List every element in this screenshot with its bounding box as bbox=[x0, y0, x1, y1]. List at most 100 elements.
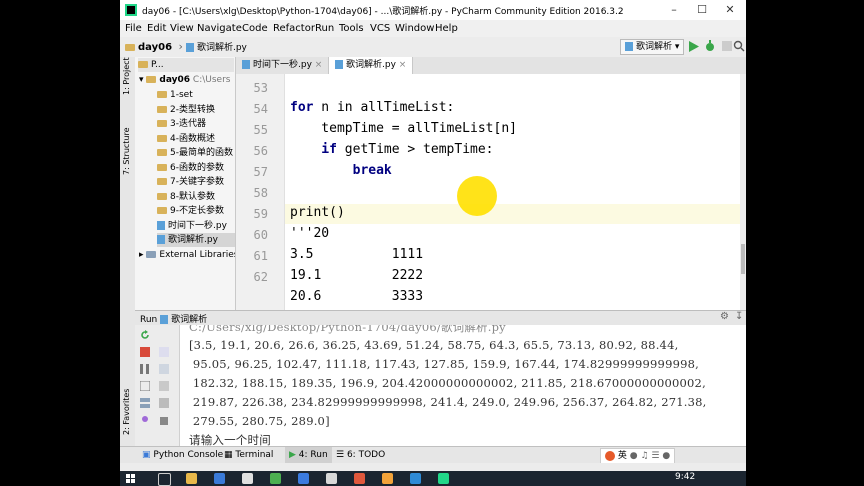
tree-root[interactable]: ▾ day06 C:\Users bbox=[139, 73, 230, 87]
project-tool-button[interactable]: 1: Project bbox=[122, 57, 131, 95]
tab-python-console[interactable]: ▣ Python Console bbox=[142, 447, 223, 464]
bottom-tool-tabs: ▣ Python Console ▦ Terminal ▶ 4: Run ☰ 6… bbox=[120, 446, 746, 464]
app-icon[interactable] bbox=[326, 473, 337, 484]
run-icon[interactable] bbox=[688, 41, 699, 52]
menu-help[interactable]: Help bbox=[435, 23, 458, 34]
folder-icon bbox=[157, 105, 167, 113]
store-icon[interactable] bbox=[242, 473, 253, 484]
scroll-to-end-icon[interactable] bbox=[159, 364, 169, 374]
line-number: 58 bbox=[253, 186, 268, 200]
tree-item[interactable]: 6-函数的参数 bbox=[157, 161, 224, 175]
search-icon[interactable] bbox=[158, 473, 171, 486]
run-console[interactable]: C:/Users/xlg/Desktop/Python-1704/day06/歌… bbox=[180, 325, 746, 446]
python-file-icon bbox=[625, 42, 633, 51]
external-libraries-label: External Libraries bbox=[159, 250, 236, 260]
debug-icon[interactable] bbox=[704, 40, 716, 52]
clear-all-icon[interactable] bbox=[159, 398, 169, 408]
breadcrumb-project[interactable]: day06 bbox=[138, 42, 172, 53]
tab-time-next-second[interactable]: 时间下一秒.py × bbox=[236, 57, 328, 74]
structure-tool-button[interactable]: 7: Structure bbox=[122, 127, 131, 175]
scrollbar-thumb[interactable] bbox=[741, 244, 745, 274]
code-line: 19.1 2222 bbox=[290, 268, 424, 283]
code-keyword: if bbox=[290, 142, 337, 157]
edge-browser-icon[interactable] bbox=[214, 473, 225, 484]
print-icon[interactable] bbox=[159, 381, 169, 391]
menu-navigate[interactable]: Navigate bbox=[197, 23, 242, 34]
tree-item[interactable]: 9-不定长参数 bbox=[157, 204, 224, 218]
tree-item[interactable]: 1-set bbox=[157, 88, 193, 102]
tree-item[interactable]: 7-关键字参数 bbox=[157, 175, 224, 189]
code-text: n in allTimeList: bbox=[313, 100, 455, 115]
app-icon[interactable] bbox=[382, 473, 393, 484]
code-editor[interactable]: for n in allTimeList: tempTime = allTime… bbox=[285, 74, 740, 310]
app-icon[interactable] bbox=[298, 473, 309, 484]
pycharm-taskbar-icon[interactable] bbox=[438, 473, 449, 484]
project-panel-title[interactable]: P... bbox=[151, 60, 164, 70]
ide-window: day06 - [C:\Users\xlg\Desktop\Python-170… bbox=[120, 0, 746, 486]
menu-run[interactable]: Run bbox=[315, 23, 334, 34]
menu-bar: File Edit View Navigate Code Refactor Ru… bbox=[120, 20, 746, 37]
file-explorer-icon[interactable] bbox=[186, 473, 197, 484]
menu-edit[interactable]: Edit bbox=[147, 23, 166, 34]
editor-scrollbar[interactable] bbox=[740, 74, 746, 310]
tab-lyrics-parse[interactable]: 歌词解析.py × bbox=[328, 57, 414, 74]
settings-icon[interactable]: ⚙ bbox=[720, 311, 729, 322]
rerun-icon[interactable] bbox=[140, 330, 150, 340]
layout-icon[interactable] bbox=[140, 398, 150, 408]
stop-run-icon[interactable] bbox=[140, 347, 150, 357]
navigation-bar: day06 › 歌词解析.py 歌词解析 ▾ bbox=[120, 37, 746, 58]
pause-icon[interactable] bbox=[140, 364, 150, 374]
menu-window[interactable]: Window bbox=[395, 23, 434, 34]
soft-wrap-icon[interactable] bbox=[159, 347, 169, 357]
tree-item[interactable]: 时间下一秒.py bbox=[157, 219, 227, 233]
tab-label: 时间下一秒.py bbox=[253, 60, 312, 70]
app-icon[interactable] bbox=[354, 473, 365, 484]
line-number: 60 bbox=[253, 228, 268, 242]
restore-layout-icon[interactable] bbox=[140, 381, 150, 391]
stop-icon[interactable] bbox=[721, 40, 733, 52]
folder-icon bbox=[157, 149, 167, 156]
menu-file[interactable]: File bbox=[125, 23, 142, 34]
tree-item[interactable]: 2-类型转换 bbox=[157, 103, 215, 117]
favorites-tool-button[interactable]: 2: Favorites bbox=[122, 389, 131, 435]
left-tool-strip: 1: Project 7: Structure 2: Favorites bbox=[120, 57, 136, 446]
python-file-icon bbox=[242, 60, 250, 69]
python-file-icon bbox=[160, 315, 169, 324]
tree-item[interactable]: 8-默认参数 bbox=[157, 190, 215, 204]
clock[interactable]: 9:42 bbox=[675, 472, 695, 482]
minimize-button[interactable]: – bbox=[660, 0, 688, 20]
maximize-button[interactable]: ☐ bbox=[688, 0, 716, 20]
tab-run[interactable]: ▶ 4: Run bbox=[285, 447, 332, 464]
hide-panel-icon[interactable]: ↧ bbox=[735, 311, 743, 322]
tree-external-libraries[interactable]: ▸ External Libraries bbox=[139, 248, 236, 262]
breadcrumb-file[interactable]: 歌词解析.py bbox=[197, 43, 247, 53]
app-icon[interactable] bbox=[410, 473, 421, 484]
tree-item-selected[interactable]: 歌词解析.py bbox=[157, 233, 235, 247]
tree-item[interactable]: 3-迭代器 bbox=[157, 117, 206, 131]
tab-terminal[interactable]: ▦ Terminal bbox=[224, 447, 273, 464]
folder-icon bbox=[157, 134, 167, 142]
search-icon[interactable] bbox=[733, 40, 745, 52]
chrome-icon[interactable] bbox=[270, 473, 281, 484]
tree-item[interactable]: 5-最简单的函数 bbox=[157, 146, 233, 160]
menu-view[interactable]: View bbox=[170, 23, 194, 34]
menu-refactor[interactable]: Refactor bbox=[273, 23, 315, 34]
trash-icon[interactable] bbox=[159, 415, 169, 425]
run-config-select[interactable]: 歌词解析 ▾ bbox=[620, 39, 685, 55]
run-panel-title: Run 歌词解析 bbox=[140, 312, 207, 325]
pin-icon[interactable] bbox=[140, 415, 150, 425]
tab-todo[interactable]: ☰ 6: TODO bbox=[336, 447, 385, 464]
tree-item[interactable]: 4-函数概述 bbox=[157, 132, 215, 146]
close-icon[interactable]: × bbox=[315, 60, 323, 70]
menu-code[interactable]: Code bbox=[242, 23, 268, 34]
menu-vcs[interactable]: VCS bbox=[370, 23, 390, 34]
ime-toolbar[interactable]: 英 ● ♫ ☰ ● bbox=[600, 448, 676, 464]
close-icon[interactable]: × bbox=[399, 60, 407, 70]
console-input-prompt: 请输入一个时间 bbox=[189, 433, 271, 446]
line-number: 62 bbox=[253, 270, 268, 284]
windows-start-icon[interactable] bbox=[126, 474, 136, 484]
close-button[interactable]: ✕ bbox=[716, 0, 744, 20]
os-taskbar: 9:42 bbox=[120, 471, 746, 486]
menu-tools[interactable]: Tools bbox=[339, 23, 364, 34]
code-text: getTime > tempTime: bbox=[336, 142, 494, 157]
